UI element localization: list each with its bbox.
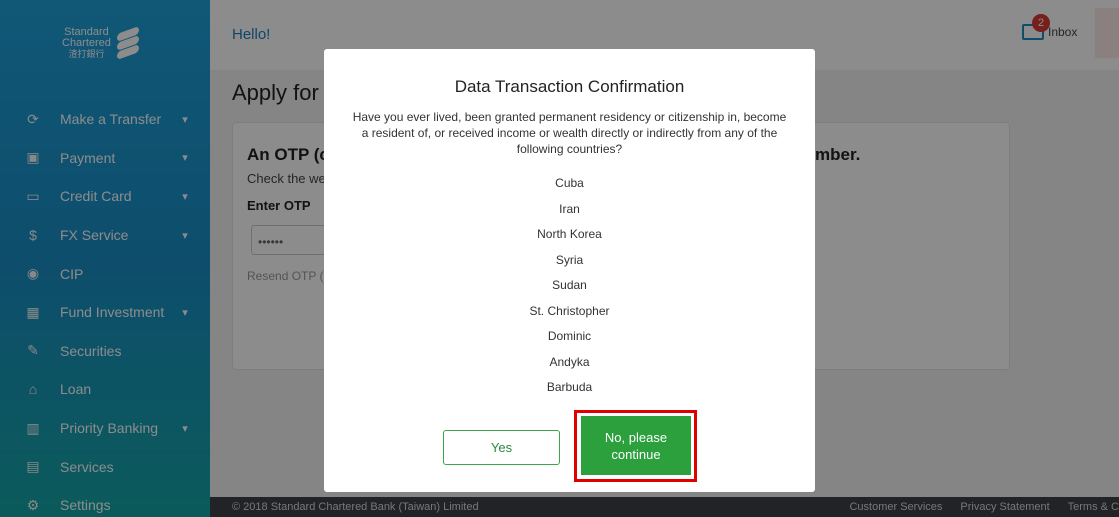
no-continue-label: No, please continue: [605, 429, 667, 463]
confirmation-dialog: Data Transaction Confirmation Have you e…: [324, 49, 815, 492]
country-item: Andyka: [549, 354, 590, 369]
yes-button[interactable]: Yes: [443, 430, 560, 465]
country-item: North Korea: [537, 227, 602, 241]
country-item: Syria: [555, 252, 584, 267]
country-item: Iran: [559, 201, 580, 216]
no-continue-button[interactable]: No, please continue: [581, 416, 691, 475]
country-item: Dominic: [547, 329, 592, 343]
highlight-box: No, please continue: [574, 410, 697, 482]
country-item: Barbuda: [546, 380, 593, 394]
country-item: Cuba: [555, 176, 584, 190]
country-item: Sudan: [552, 278, 587, 292]
country-item: St. Christopher: [529, 303, 610, 318]
country-list: Cuba Iran North Korea Syria Sudan St. Ch…: [324, 171, 815, 401]
no-label-line-1: No, please: [604, 429, 668, 445]
dialog-title: Data Transaction Confirmation: [454, 77, 685, 96]
no-label-line-2: continue: [611, 446, 661, 462]
dialog-question: Have you ever lived, been granted perman…: [352, 110, 787, 156]
